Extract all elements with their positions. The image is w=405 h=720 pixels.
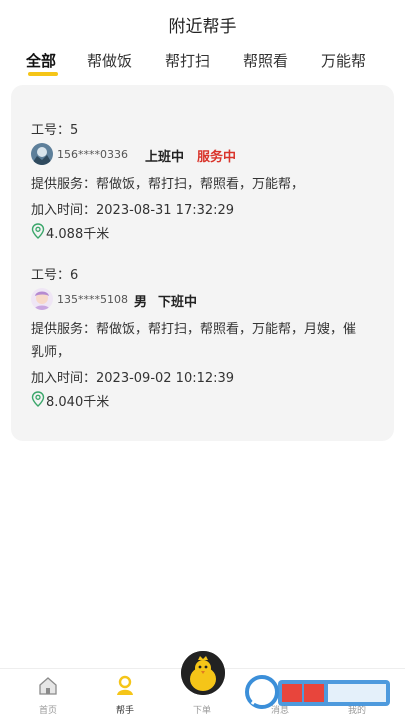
tab-cleaning[interactable]: 帮打扫	[165, 50, 210, 71]
tab-cooking[interactable]: 帮做饭	[87, 50, 132, 71]
helper-join-time: 加入时间：2023-09-02 10:12:39	[31, 371, 235, 386]
tab-all[interactable]: 全部	[26, 50, 56, 71]
helper-distance: 8.040千米	[46, 395, 110, 410]
helper-id: 工号：6	[31, 268, 79, 283]
helper-card[interactable]: 工号：5 156****0336 上班中 服务中 提供服务：帮做饭，帮打扫，帮照…	[31, 117, 391, 242]
home-icon	[39, 677, 57, 695]
helper-distance: 4.088千米	[46, 227, 110, 242]
helper-phone: 156****0336	[57, 148, 128, 161]
helper-card[interactable]: 工号：6 135****5108 男 下班中 提供服务：帮做饭，帮打扫，帮照看，…	[31, 262, 391, 410]
tabbar-home[interactable]: 首页	[18, 675, 78, 716]
site-watermark-logo	[245, 675, 390, 709]
category-tabs: 全部 帮做饭 帮打扫 帮照看 万能帮	[0, 50, 405, 80]
tab-caring[interactable]: 帮照看	[243, 50, 288, 71]
helper-services-continued: 乳师，	[31, 345, 71, 360]
page-title: 附近帮手	[168, 17, 237, 37]
active-tab-indicator	[28, 72, 58, 76]
chick-mascot-icon	[181, 651, 225, 695]
location-pin-icon	[31, 391, 45, 407]
post-order-button[interactable]	[181, 651, 225, 695]
helper-list: 工号：5 156****0336 上班中 服务中 提供服务：帮做饭，帮打扫，帮照…	[11, 85, 394, 441]
helper-icon	[117, 675, 133, 695]
helper-services: 提供服务：帮做饭，帮打扫，帮照看，万能帮，	[31, 177, 305, 192]
service-status-badge: 服务中	[197, 150, 237, 165]
work-status: 上班中	[145, 150, 185, 165]
work-status: 下班中	[158, 295, 198, 310]
helper-services: 提供服务：帮做饭，帮打扫，帮照看，万能帮，月嫂，催	[31, 322, 357, 337]
helper-phone: 135****5108	[57, 293, 128, 306]
tabbar-helpers[interactable]: 帮手	[95, 675, 155, 716]
avatar	[31, 288, 53, 310]
avatar	[31, 143, 53, 165]
tab-universal[interactable]: 万能帮	[321, 50, 366, 71]
location-pin-icon	[31, 223, 45, 239]
helper-gender: 男	[134, 295, 148, 310]
helper-join-time: 加入时间：2023-08-31 17:32:29	[31, 203, 235, 218]
helper-id: 工号：5	[31, 123, 79, 138]
